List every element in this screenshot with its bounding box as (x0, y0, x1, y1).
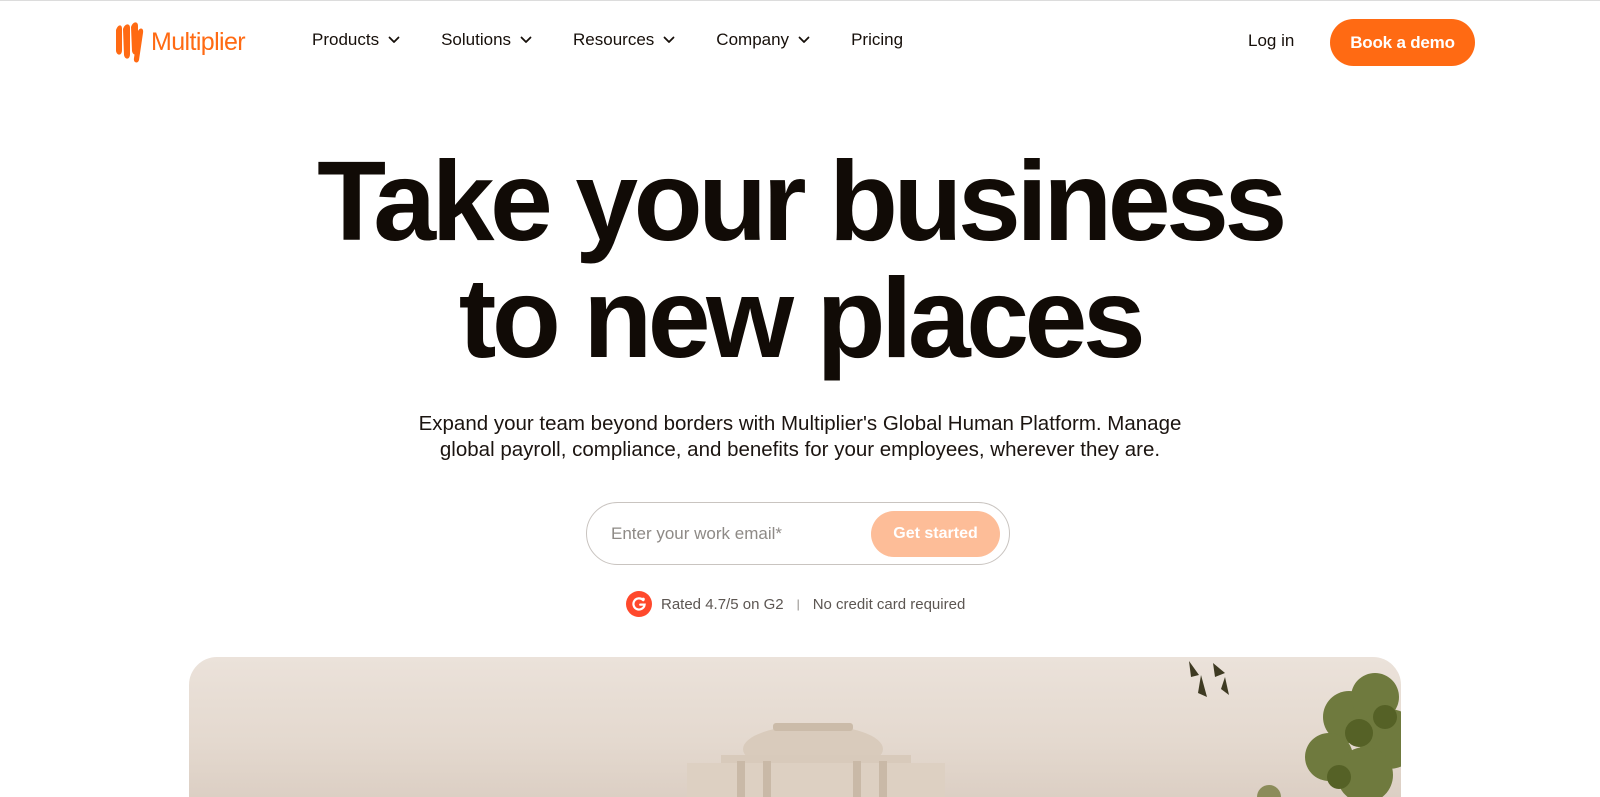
hero-title-line-2: to new places (458, 255, 1146, 381)
nav-resources[interactable]: Resources (573, 30, 675, 50)
book-demo-button[interactable]: Book a demo (1330, 19, 1475, 66)
chevron-down-icon (798, 36, 810, 43)
hero-subtitle-line-2: global payroll, compliance, and benefits… (439, 438, 1161, 461)
nav-resources-label: Resources (573, 30, 655, 49)
chevron-down-icon (388, 36, 400, 43)
logo-wordmark: Multiplier (151, 27, 246, 56)
nav-products[interactable]: Products (312, 30, 400, 50)
trust-row: Rated 4.7/5 on G2 | No credit card requi… (626, 591, 965, 617)
nav-products-label: Products (312, 30, 380, 49)
hero-subtitle-line-1: Expand your team beyond borders with Mul… (418, 412, 1182, 435)
chevron-down-icon (520, 36, 532, 43)
hero-subtitle: Expand your team beyond borders with Mul… (380, 411, 1220, 463)
nav-company-label: Company (716, 30, 790, 49)
rating-text: Rated 4.7/5 on G2 (661, 595, 784, 613)
nav-solutions[interactable]: Solutions (441, 30, 532, 50)
building-illustration (687, 661, 1401, 797)
nav-company[interactable]: Company (716, 30, 810, 50)
multiplier-logo[interactable]: Multiplier (113, 20, 246, 64)
no-credit-card-text: No credit card required (812, 595, 966, 613)
hero-title: Take your business to new places (0, 143, 1600, 377)
top-navigation: Multiplier Products Solutions Resources … (0, 0, 1600, 86)
nav-solutions-label: Solutions (441, 30, 512, 49)
chevron-down-icon (663, 36, 675, 43)
email-signup-form: Get started (586, 502, 1010, 565)
main-menu: Products Solutions Resources Company Pri… (312, 30, 903, 50)
login-link[interactable]: Log in (1248, 31, 1294, 51)
separator: | (796, 597, 800, 611)
nav-pricing[interactable]: Pricing (851, 30, 903, 50)
work-email-input[interactable] (611, 517, 851, 551)
g2-logo-icon (626, 591, 652, 617)
g2-glyph-icon (632, 597, 646, 611)
hero-title-line-1: Take your business (317, 138, 1287, 264)
multiplier-logo-icon (116, 22, 144, 63)
get-started-button[interactable]: Get started (871, 511, 1000, 557)
nav-pricing-label: Pricing (851, 30, 904, 49)
hero-photo (189, 657, 1401, 797)
